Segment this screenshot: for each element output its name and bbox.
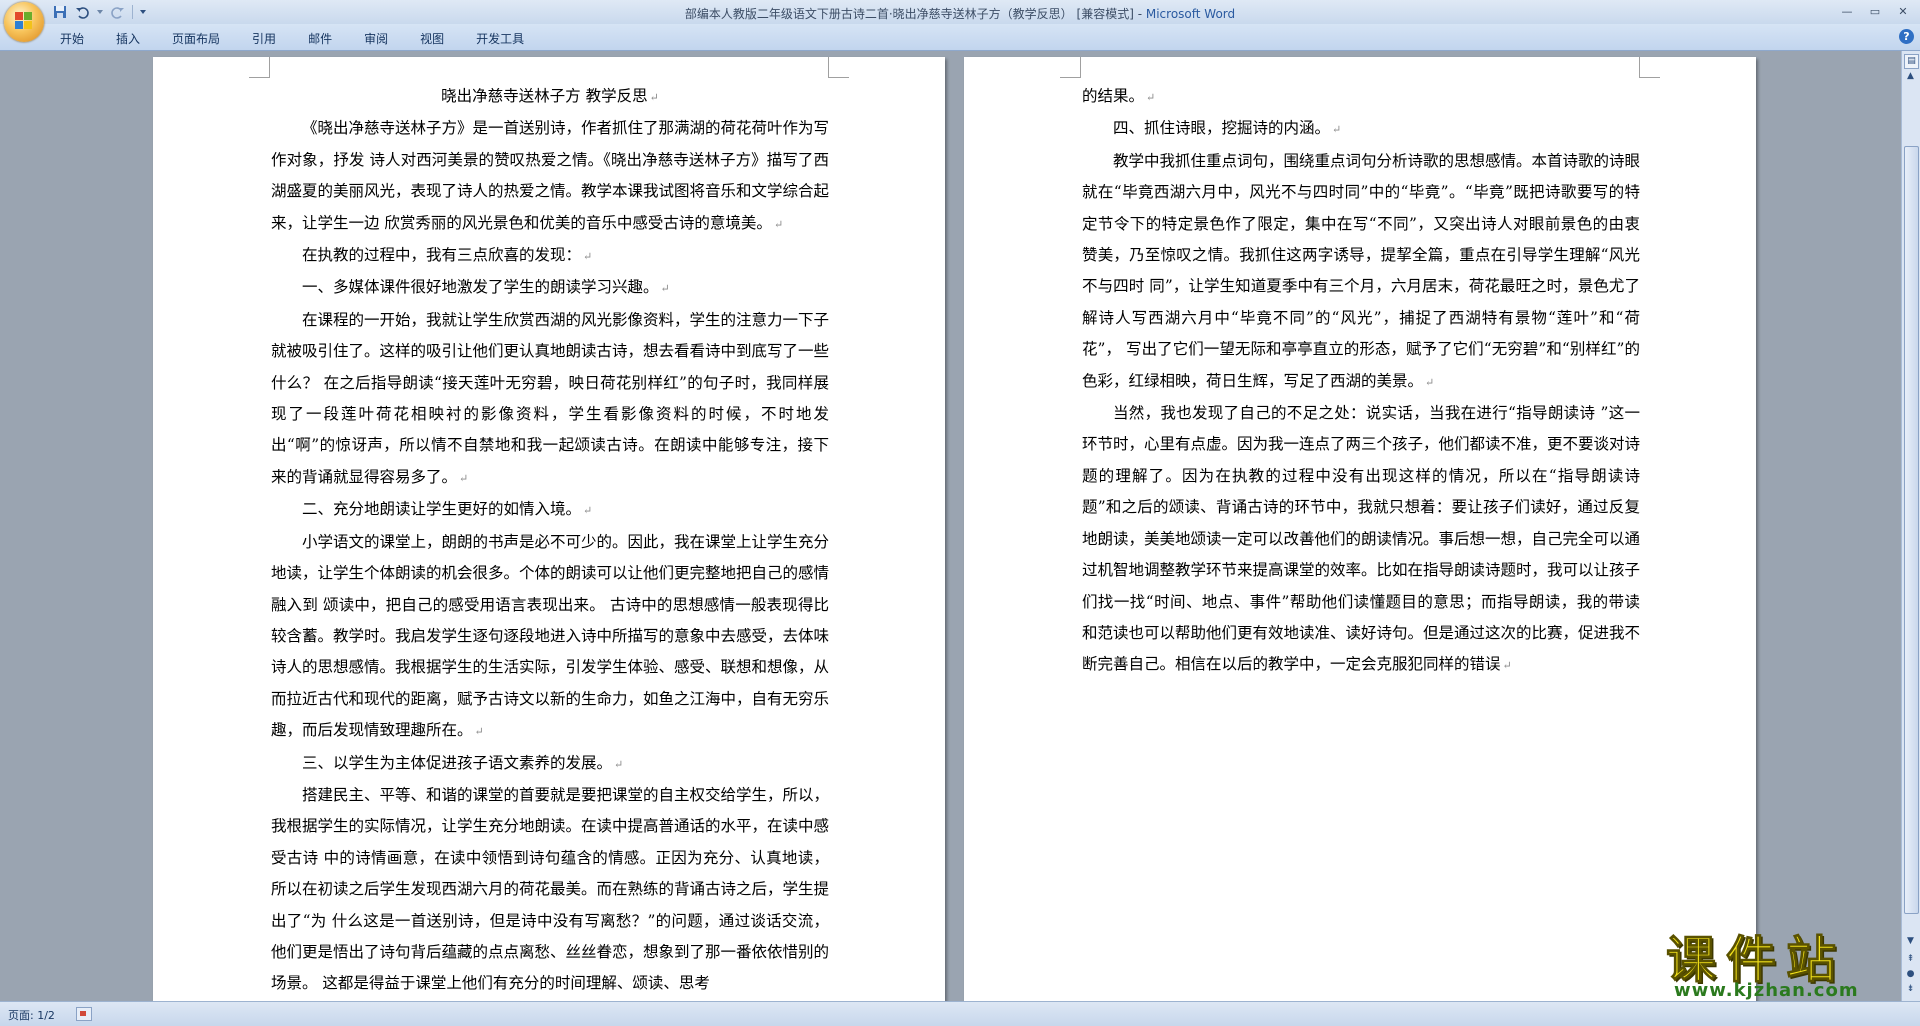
document-title: 部编本人教版二年级语文下册古诗二首·晓出净慈寺送林子方（教学反思） [684, 7, 1073, 21]
paragraph-mark-icon: ↵ [660, 282, 670, 296]
paragraph-text: 当然，我也发现了自己的不足之处：说实话，当我在进行“指导朗读诗 ”这一环节时，心… [1082, 404, 1641, 674]
paragraph-text: 二、充分地朗读让学生更好的如情入境。 [302, 500, 582, 519]
document-heading: 晓出净慈寺送林子方 教学反思 ↵ [271, 81, 829, 113]
browse-object-icon[interactable]: ● [1904, 969, 1917, 982]
paragraph-text: 《晓出净慈寺送林子方》是一首送别诗，作者抓住了那满湖的荷花荷叶作为写作对象，抒发… [271, 119, 830, 232]
paragraph-mark-icon: ↵ [583, 504, 593, 518]
window-controls: — ▭ ✕ [1834, 2, 1916, 20]
paragraph: 在课程的一开始，我就让学生欣赏西湖的风光影像资料，学生的注意力一下子就被吸引住了… [271, 305, 829, 494]
office-button[interactable] [4, 2, 44, 42]
scroll-up-icon[interactable]: ▲ [1904, 71, 1917, 84]
paragraph-text: 一、多媒体课件很好地激发了学生的朗读学习兴趣。 [302, 278, 659, 297]
tab-mailings[interactable]: 邮件 [296, 28, 344, 49]
tab-developer[interactable]: 开发工具 [464, 28, 536, 49]
tab-page-layout[interactable]: 页面布局 [160, 28, 232, 49]
crop-mark [828, 57, 849, 78]
paragraph-text: 教学中我抓住重点词句，围绕重点词句分析诗歌的思想感情。本首诗歌的诗眼就在“毕竟西… [1082, 151, 1641, 390]
app-name: Microsoft Word [1145, 7, 1236, 21]
paragraph-mark-icon: ↵ [773, 217, 784, 231]
crop-mark [249, 57, 270, 78]
tab-home[interactable]: 开始 [48, 28, 96, 49]
paragraph-text: 的结果。 [1082, 87, 1145, 105]
paragraph: 教学中我抓住重点词句，围绕重点词句分析诗歌的思想感情。本首诗歌的诗眼就在“毕竟西… [1082, 146, 1640, 398]
paragraph-mark-icon: ↵ [1146, 91, 1156, 104]
maximize-icon[interactable]: ▭ [1862, 2, 1888, 20]
scroll-down-icon[interactable]: ▼ [1904, 936, 1917, 949]
compat-mode: [兼容模式] [1076, 7, 1134, 21]
paragraph: 在执教的过程中，我有三点欣喜的发现： ↵ [271, 240, 829, 272]
watermark-url: www.kjzhan.com [1674, 980, 1859, 1001]
paragraph: 当然，我也发现了自己的不足之处：说实话，当我在进行“指导朗读诗 ”这一环节时，心… [1082, 398, 1640, 682]
paragraph-mark-icon: ↵ [1332, 123, 1342, 137]
paragraph: 的结果。 ↵ [1082, 81, 1640, 113]
paragraph-mark-icon: ↵ [649, 91, 659, 104]
window-title: 部编本人教版二年级语文下册古诗二首·晓出净慈寺送林子方（教学反思） [兼容模式]… [0, 5, 1920, 22]
minimize-icon[interactable]: — [1834, 2, 1860, 20]
watermark-logo: 课件站 www.kjzhan.com [1660, 920, 1900, 1004]
document-page-2[interactable]: 的结果。 ↵ 四、抓住诗眼，挖掘诗的内涵。 ↵ 教学中我抓住重点词句，围绕重点词句分… [964, 57, 1756, 1001]
document-area[interactable]: 晓出净慈寺送林子方 教学反思 ↵ 《晓出净慈寺送林子方》是一首送别诗，作者抓住了那… [0, 51, 1902, 1001]
paragraph-text: 小学语文的课堂上，朗朗的书声是必不可少的。因此，我在课堂上让学生充分地读，让学生… [271, 532, 830, 740]
paragraph: 四、抓住诗眼，挖掘诗的内涵。 ↵ [1082, 113, 1640, 145]
help-icon[interactable]: ? [1899, 29, 1914, 44]
previous-page-icon[interactable]: ⇞ [1904, 954, 1917, 967]
page-count[interactable]: 页面: 1/2 [8, 1007, 55, 1023]
paragraph: 一、多媒体课件很好地激发了学生的朗读学习兴趣。 ↵ [271, 272, 829, 304]
paragraph-mark-icon: ↵ [474, 725, 484, 739]
close-icon[interactable]: ✕ [1890, 2, 1916, 20]
crop-mark [1639, 57, 1660, 78]
heading-text: 晓出净慈寺送林子方 教学反思 [441, 87, 648, 105]
title-separator: - [1133, 7, 1146, 21]
tab-review[interactable]: 审阅 [352, 28, 400, 49]
page-1-text[interactable]: 晓出净慈寺送林子方 教学反思 ↵ 《晓出净慈寺送林子方》是一首送别诗，作者抓住了那… [271, 81, 829, 1000]
office-logo-icon [15, 12, 33, 30]
paragraph-text: 在执教的过程中，我有三点欣喜的发现： [302, 246, 582, 265]
next-page-icon[interactable]: ⇟ [1904, 984, 1917, 997]
paragraph: 小学语文的课堂上，朗朗的书声是必不可少的。因此，我在课堂上让学生充分地读，让学生… [271, 527, 829, 748]
proofing-icon[interactable] [76, 1007, 92, 1021]
paragraph: 搭建民主、平等、和谐的课堂的首要就是要把课堂的自主权交给学生，所以，我根据学生的… [271, 780, 829, 1000]
paragraph-text: 三、以学生为主体促进孩子语文素养的发展。 [302, 753, 613, 772]
paragraph-text: 在课程的一开始，我就让学生欣赏西湖的风光影像资料，学生的注意力一下子就被吸引住了… [271, 310, 830, 486]
scroll-thumb[interactable] [1904, 146, 1919, 914]
paragraph-mark-icon: ↵ [614, 757, 624, 771]
document-page-1[interactable]: 晓出净慈寺送林子方 教学反思 ↵ 《晓出净慈寺送林子方》是一首送别诗，作者抓住了那… [153, 57, 945, 1001]
paragraph-text: 搭建民主、平等、和谐的课堂的首要就是要把课堂的自主权交给学生，所以，我根据学生的… [271, 785, 830, 993]
title-bar: 部编本人教版二年级语文下册古诗二首·晓出净慈寺送林子方（教学反思） [兼容模式]… [0, 0, 1920, 24]
paragraph-mark-icon: ↵ [1425, 375, 1435, 389]
tab-view[interactable]: 视图 [408, 28, 456, 49]
paragraph: 二、充分地朗读让学生更好的如情入境。 ↵ [271, 494, 829, 526]
paragraph-text: 四、抓住诗眼，挖掘诗的内涵。 [1113, 119, 1331, 138]
paragraph-mark-icon: ↵ [459, 471, 469, 485]
status-bar: 页面: 1/2 [0, 1001, 1920, 1026]
paragraph-mark-icon: ↵ [1502, 659, 1512, 673]
paragraph: 三、以学生为主体促进孩子语文素养的发展。 ↵ [271, 748, 829, 780]
tab-references[interactable]: 引用 [240, 28, 288, 49]
ribbon-tabs: 开始 插入 页面布局 引用 邮件 审阅 视图 开发工具 [48, 28, 544, 49]
paragraph-mark-icon: ↵ [583, 250, 593, 264]
ribbon-tab-bar: 开始 插入 页面布局 引用 邮件 审阅 视图 开发工具 ? [0, 24, 1920, 51]
paragraph: 《晓出净慈寺送林子方》是一首送别诗，作者抓住了那满湖的荷花荷叶作为写作对象，抒发… [271, 113, 829, 240]
page-2-text[interactable]: 的结果。 ↵ 四、抓住诗眼，挖掘诗的内涵。 ↵ 教学中我抓住重点词句，围绕重点词句分… [1082, 81, 1640, 682]
crop-mark [1060, 57, 1081, 78]
vertical-scrollbar[interactable]: ▤ ▲ ▼ ⇞ ● ⇟ [1901, 51, 1920, 1001]
tab-insert[interactable]: 插入 [104, 28, 152, 49]
ruler-toggle-icon[interactable]: ▤ [1904, 54, 1919, 69]
